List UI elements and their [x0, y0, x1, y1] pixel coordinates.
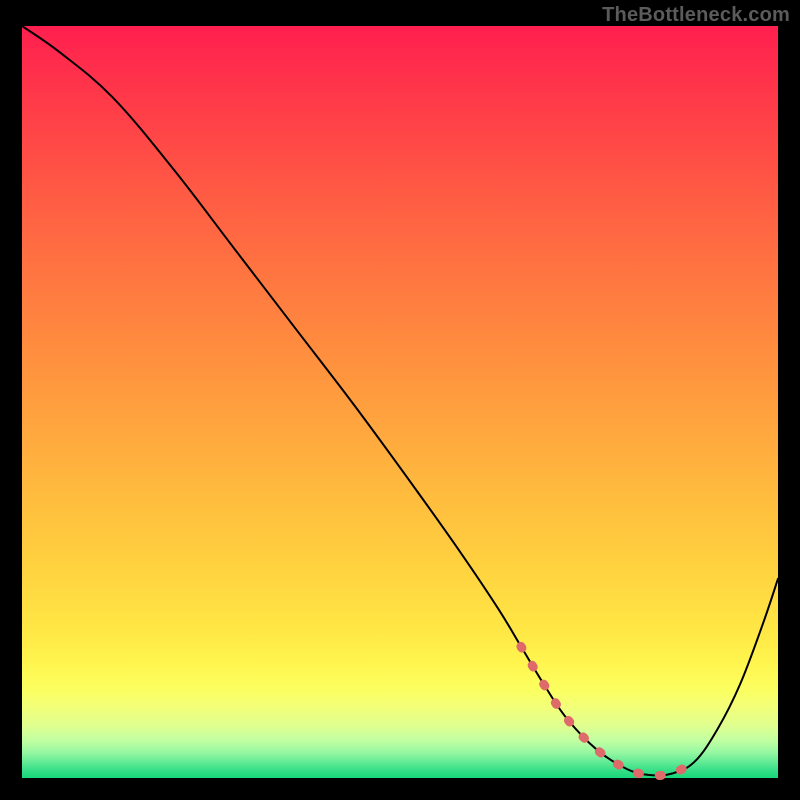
chart-frame: TheBottleneck.com	[0, 0, 800, 800]
bottleneck-curve	[22, 26, 778, 776]
optimal-range-marker	[521, 646, 695, 775]
watermark-label: TheBottleneck.com	[602, 4, 790, 27]
plot-area	[22, 26, 778, 778]
curve-layer	[22, 26, 778, 778]
